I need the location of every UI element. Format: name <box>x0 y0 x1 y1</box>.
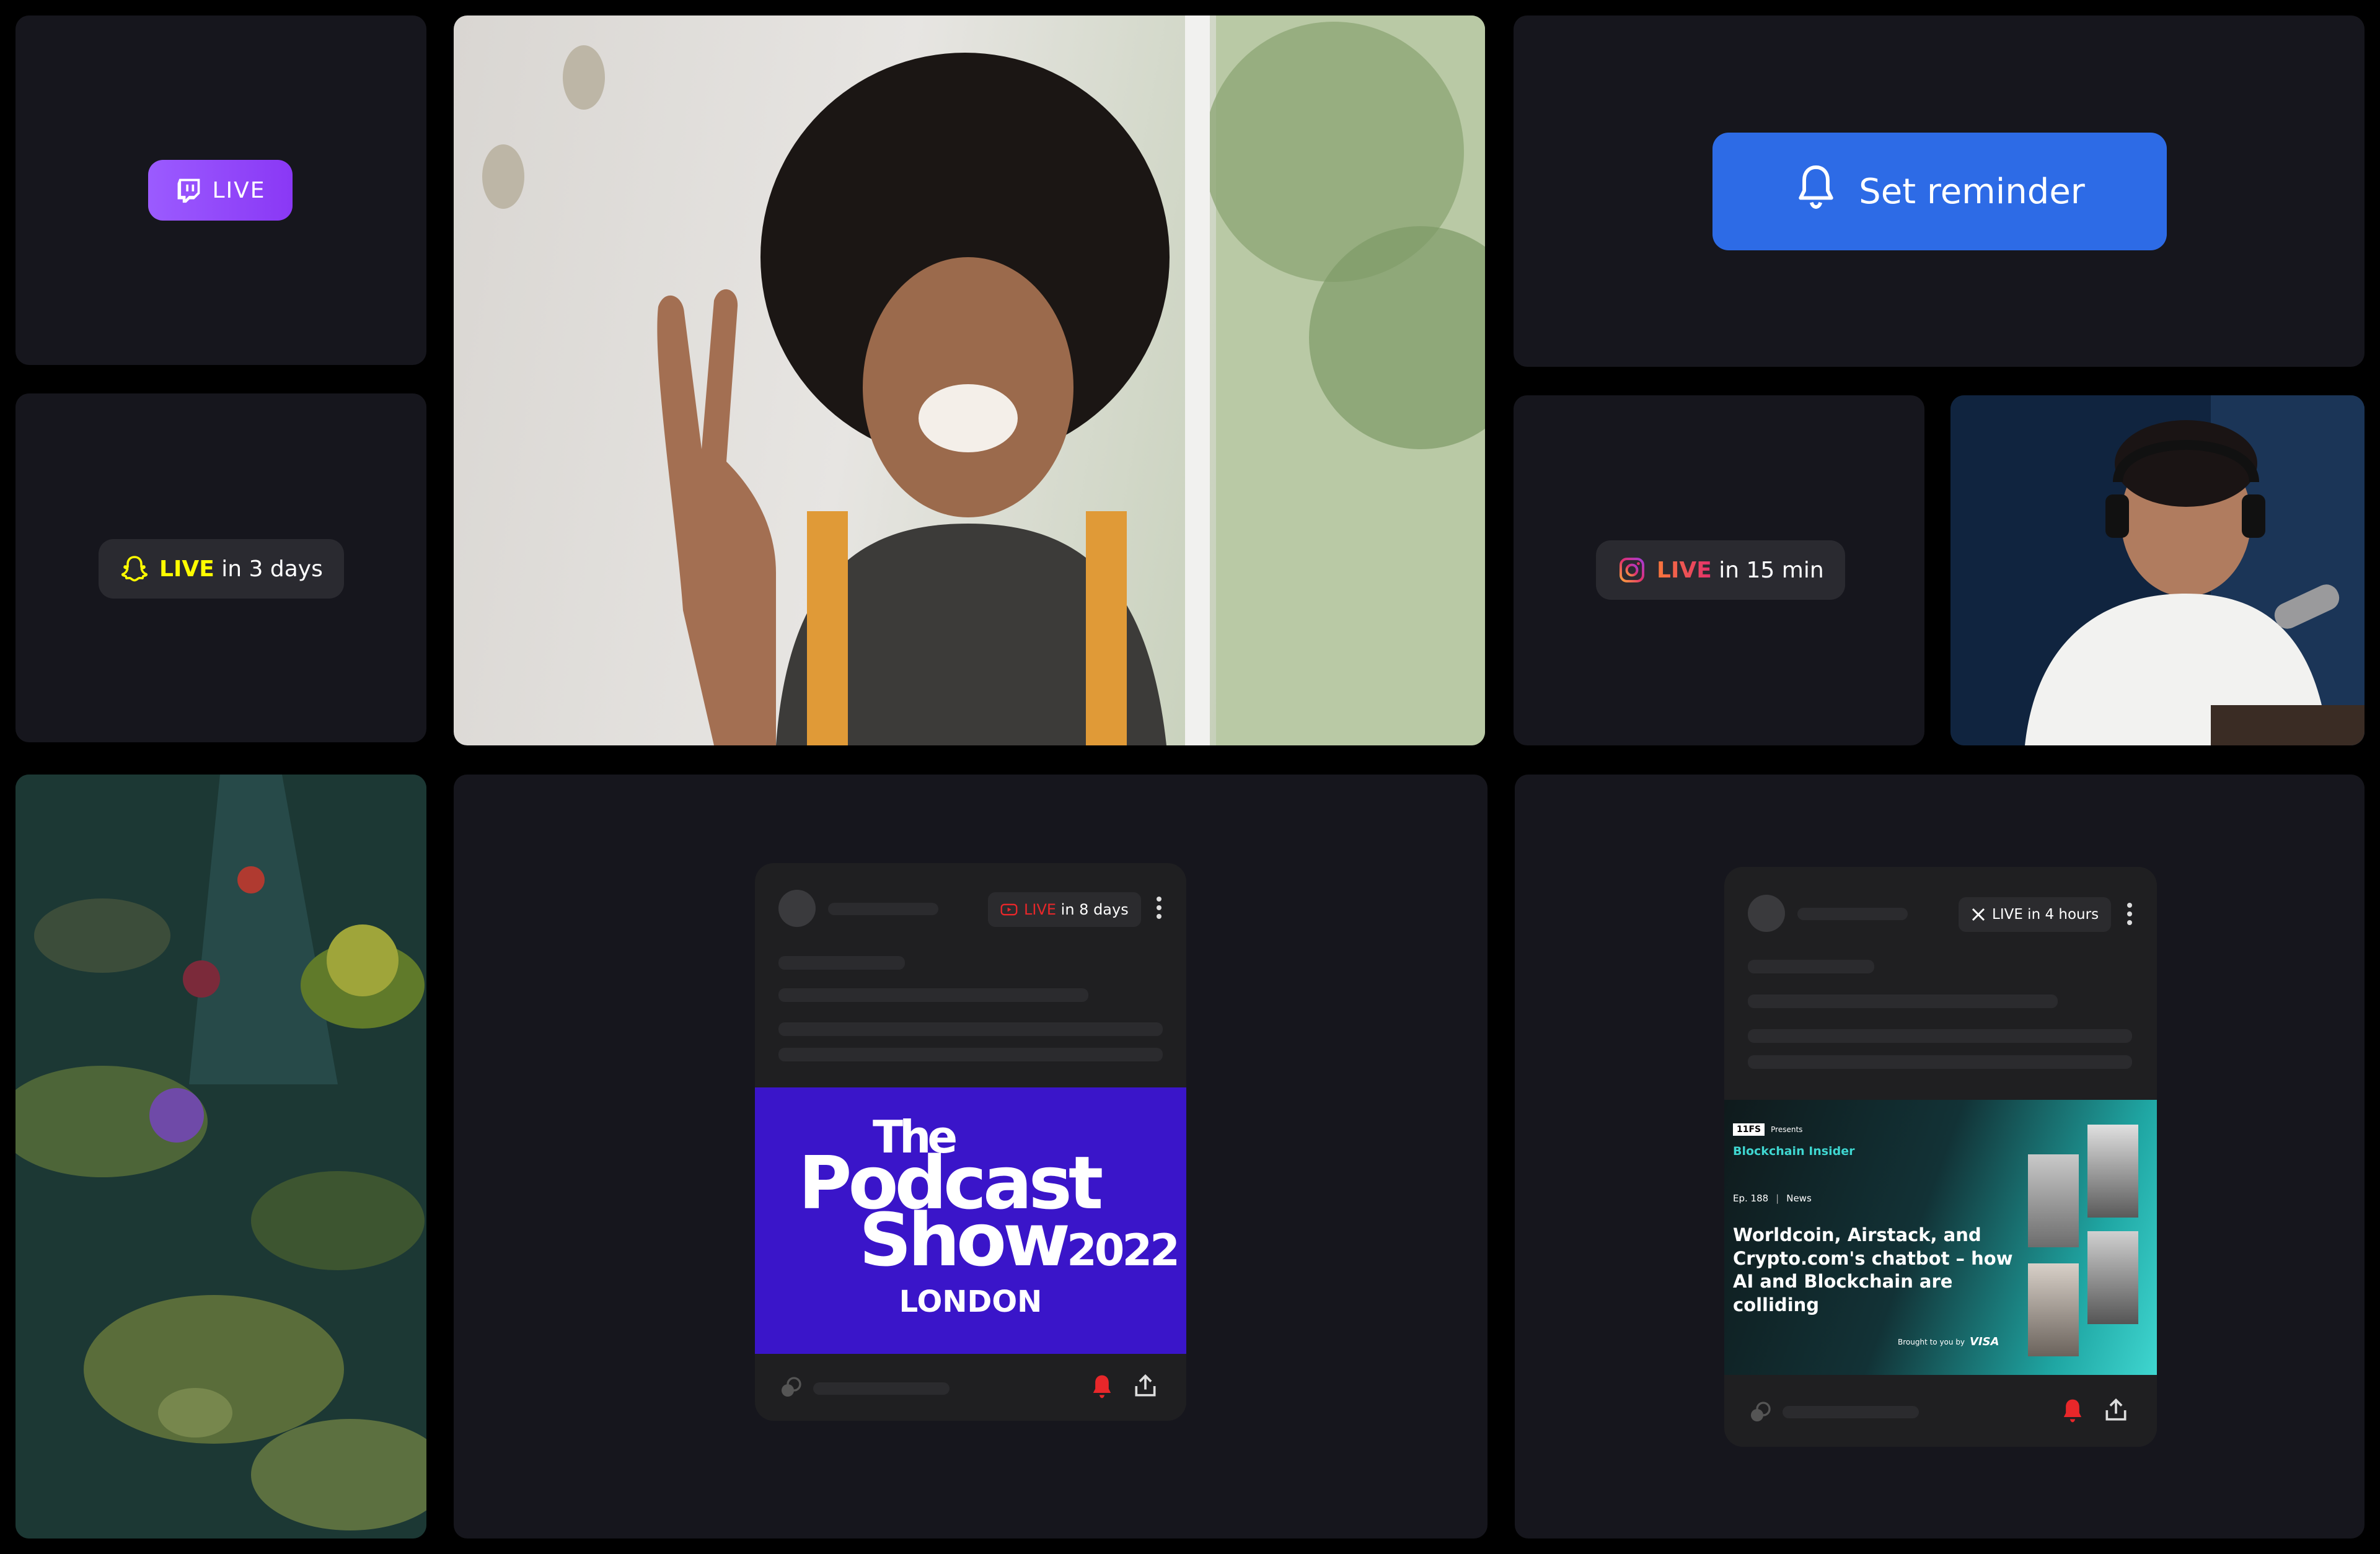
instagram-badge-tile: LIVE in 15 min <box>1514 395 1924 745</box>
poster-city: LONDON <box>899 1284 1042 1319</box>
game-screenshot <box>15 775 426 1539</box>
podcast-event-tile: LIVE in 8 days The Podcast Show2022 LOND… <box>454 775 1488 1539</box>
notification-bell-icon[interactable] <box>2060 1397 2085 1428</box>
podcaster-illustration <box>1950 395 2365 745</box>
text-placeholder-line <box>778 1048 1163 1061</box>
poster-separator: | <box>1776 1193 1779 1204</box>
text-placeholder-line <box>778 956 905 970</box>
x-live-badge[interactable]: LIVE in 4 hours <box>1959 897 2112 932</box>
poster-title-line3: Show <box>859 1197 1070 1283</box>
twitch-icon <box>175 177 202 204</box>
x-event-card[interactable]: LIVE in 4 hours 11FS Presents Blockchain… <box>1724 867 2157 1447</box>
set-reminder-label: Set reminder <box>1859 171 2085 212</box>
instagram-countdown: in 15 min <box>1711 557 1824 583</box>
text-placeholder-line <box>1748 960 1874 973</box>
author-name-placeholder <box>828 903 938 915</box>
snapchat-badge-tile: LIVE in 3 days <box>15 393 426 742</box>
poster-category: News <box>1786 1193 1812 1204</box>
poster-presents: Presents <box>1771 1125 1803 1134</box>
guest-photo <box>2087 1231 2138 1324</box>
youtube-icon <box>1000 902 1018 917</box>
snapchat-live-label: LIVE <box>159 556 214 582</box>
share-icon[interactable] <box>1132 1372 1159 1403</box>
poster-brand: 11FS <box>1733 1123 1765 1136</box>
streamer-illustration <box>482 15 1485 745</box>
link-icon <box>1748 1400 1773 1428</box>
podcast-event-card[interactable]: LIVE in 8 days The Podcast Show2022 LOND… <box>755 863 1186 1421</box>
streamer-photo <box>454 15 1485 745</box>
poster-year: 2022 <box>1067 1225 1180 1276</box>
guest-photo <box>2028 1263 2079 1356</box>
instagram-live-label: LIVE <box>1657 557 1712 583</box>
reminder-tile: Set reminder <box>1514 15 2365 367</box>
twitch-live-badge[interactable]: LIVE <box>148 160 293 221</box>
podcast-show-poster: The Podcast Show2022 LONDON <box>755 1087 1186 1354</box>
guest-photo <box>2087 1125 2138 1218</box>
poster-sponsor-prefix: Brought to you by <box>1898 1337 1965 1346</box>
x-event-tile: LIVE in 4 hours 11FS Presents Blockchain… <box>1515 775 2365 1539</box>
more-options-icon[interactable] <box>2126 902 2133 926</box>
author-name-placeholder <box>1797 908 1908 920</box>
footer-placeholder <box>813 1382 950 1395</box>
more-options-icon[interactable] <box>1155 895 1163 920</box>
avatar <box>1748 895 1785 932</box>
link-icon <box>778 1375 803 1403</box>
text-placeholder-line <box>1748 994 2058 1008</box>
notification-bell-icon[interactable] <box>1090 1373 1114 1403</box>
poster-episode: Ep. 188 <box>1733 1193 1769 1204</box>
poster-headline: Worldcoin, Airstack, and Crypto.com's ch… <box>1733 1224 2013 1316</box>
twitch-badge-tile: LIVE <box>15 15 426 365</box>
bell-icon <box>1794 164 1838 219</box>
text-placeholder-line <box>778 988 1088 1002</box>
text-placeholder-line <box>778 1022 1163 1036</box>
poster-show-name: Blockchain Insider <box>1733 1144 1855 1158</box>
blockchain-insider-poster: 11FS Presents Blockchain Insider Ep. 188… <box>1724 1100 2157 1375</box>
instagram-live-badge[interactable]: LIVE in 15 min <box>1596 540 1845 600</box>
snapchat-countdown: in 3 days <box>214 556 323 582</box>
instagram-icon <box>1617 555 1647 585</box>
podcaster-photo <box>1950 395 2365 745</box>
youtube-live-label: LIVE <box>1024 901 1057 918</box>
snapchat-live-badge[interactable]: LIVE in 3 days <box>99 539 344 599</box>
footer-placeholder <box>1783 1406 1919 1418</box>
guest-photo <box>2028 1154 2079 1247</box>
x-live-label: LIVE in 4 hours <box>1992 906 2099 923</box>
snapchat-ghost-icon <box>120 554 149 584</box>
youtube-countdown: in 8 days <box>1056 901 1129 918</box>
share-icon[interactable] <box>2102 1397 2130 1427</box>
game-scene-illustration <box>15 775 426 1539</box>
twitch-live-label: LIVE <box>212 177 266 203</box>
poster-sponsor: VISA <box>1970 1335 1999 1348</box>
avatar <box>778 890 816 927</box>
text-placeholder-line <box>1748 1055 2132 1069</box>
x-logo-icon <box>1971 907 1986 922</box>
text-placeholder-line <box>1748 1029 2132 1043</box>
set-reminder-button[interactable]: Set reminder <box>1712 133 2167 250</box>
youtube-live-badge[interactable]: LIVE in 8 days <box>988 892 1141 927</box>
